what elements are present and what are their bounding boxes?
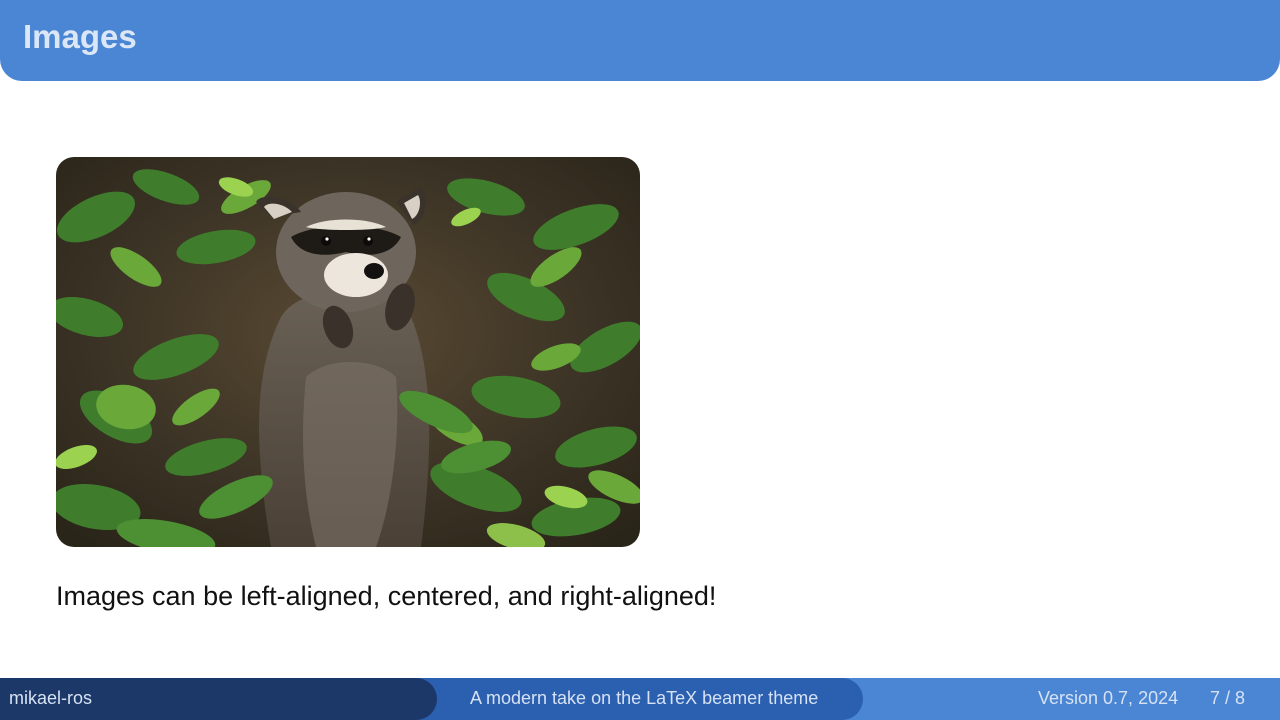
- slide-footer: mikael-ros A modern take on the LaTeX be…: [0, 678, 1280, 720]
- footer-subtitle: A modern take on the LaTeX beamer theme: [470, 688, 819, 708]
- footer-version: Version 0.7, 2024: [1038, 688, 1179, 708]
- slide-header: Images: [0, 0, 1280, 81]
- footer-author: mikael-ros: [9, 688, 93, 708]
- footer-page-number: 7 / 8: [1210, 688, 1246, 708]
- raccoon-photo: [56, 157, 640, 547]
- slide-caption: Images can be left-aligned, centered, an…: [56, 581, 717, 611]
- slide: Images Images can be left-aligned, cente…: [0, 0, 1280, 720]
- slide-title: Images: [23, 18, 137, 55]
